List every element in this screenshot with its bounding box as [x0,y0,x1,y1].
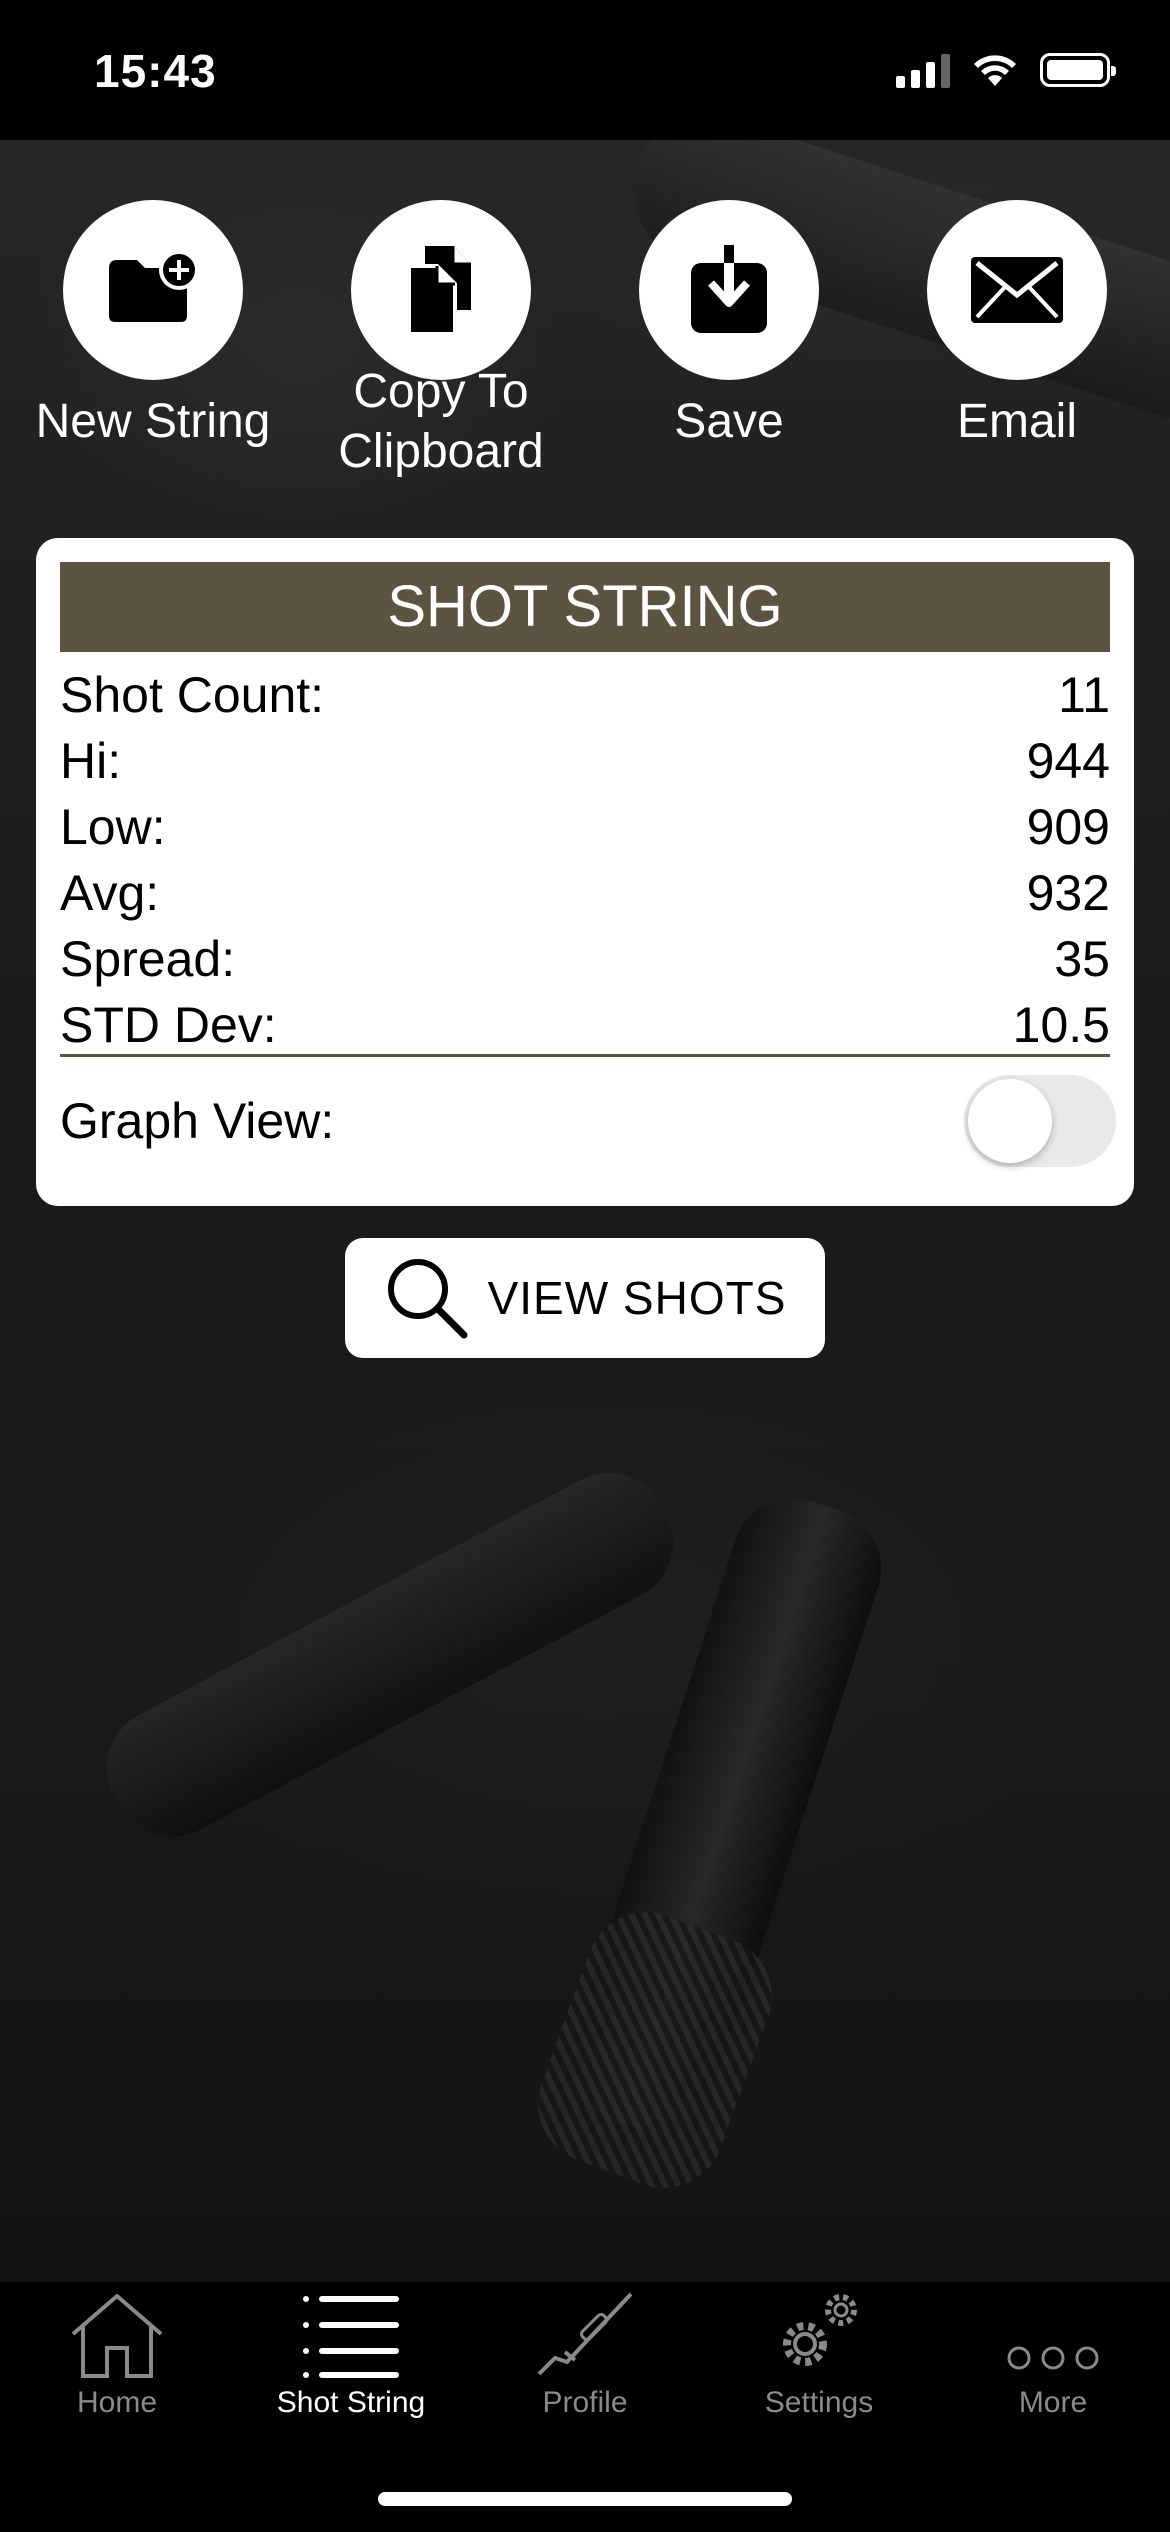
cellular-signal-icon [896,52,950,88]
email-button[interactable]: Email [867,200,1167,452]
graph-view-label: Graph View: [60,1093,335,1149]
stat-value: 909 [1026,799,1110,855]
copy-circle[interactable] [351,200,531,380]
tab-profile-label: Profile [542,2386,628,2419]
new-string-button[interactable]: New String [3,200,303,452]
stat-row-low: Low: 909 [60,794,1110,860]
save-circle[interactable] [639,200,819,380]
tab-more[interactable]: More [936,2282,1170,2432]
graph-view-toggle[interactable] [964,1075,1116,1167]
copy-icon [407,246,471,336]
toggle-knob [968,1079,1052,1163]
divider [60,1054,1110,1057]
list-icon [303,2296,399,2378]
copy-to-clipboard-label: Copy To Clipboard [338,365,544,478]
tab-settings-label: Settings [764,2386,874,2419]
search-icon [387,1259,468,1339]
gears-icon [783,2294,857,2366]
stat-row-hi: Hi: 944 [60,728,1110,794]
status-icons [896,52,1116,88]
save-label: Save [674,395,784,448]
tab-settings[interactable]: Settings [702,2282,936,2432]
view-shots-label: VIEW SHOTS [487,1272,787,1324]
stat-value: 944 [1026,733,1110,789]
more-icon [1007,2346,1099,2370]
card-title: SHOT STRING [60,562,1110,652]
email-circle[interactable] [927,200,1107,380]
view-shots-button[interactable]: VIEW SHOTS [345,1238,825,1358]
stat-row-avg: Avg: 932 [60,860,1110,926]
status-bar: 15:43 [0,0,1170,140]
stat-label: STD Dev: [60,997,277,1053]
stat-label: Shot Count: [60,667,325,723]
rifle-icon [537,2292,633,2376]
new-string-circle[interactable] [63,200,243,380]
stat-value: 11 [1058,667,1110,723]
stat-value: 35 [1054,931,1110,987]
save-button[interactable]: Save [579,200,879,452]
action-buttons: New String Copy To Clipboard Save Email [0,200,1170,530]
envelope-icon [971,257,1063,323]
status-time: 15:43 [94,45,217,97]
copy-to-clipboard-button[interactable]: Copy To Clipboard [291,200,591,482]
wifi-icon [974,55,1016,86]
stat-row-shot-count: Shot Count: 11 [60,662,1110,728]
tab-home[interactable]: Home [0,2282,234,2432]
home-indicator [378,2492,792,2506]
home-icon [71,2294,163,2378]
stat-value: 10.5 [1012,997,1110,1053]
stat-label: Avg: [60,865,160,921]
download-icon [691,245,767,333]
shot-string-card: SHOT STRING Shot Count: 11 Hi: 944 Low: … [36,538,1134,1206]
stat-row-std-dev: STD Dev: 10.5 [60,992,1110,1058]
tab-shot-string-label: Shot String [276,2386,426,2419]
stat-value: 932 [1026,865,1110,921]
tab-profile[interactable]: Profile [468,2282,702,2432]
tab-more-label: More [1018,2386,1088,2419]
stats-list: Shot Count: 11 Hi: 944 Low: 909 Avg: 932… [60,662,1110,1058]
stat-label: Low: [60,799,166,855]
new-string-label: New String [35,395,271,448]
battery-icon [1040,53,1116,87]
stat-row-spread: Spread: 35 [60,926,1110,992]
folder-plus-icon [109,250,199,322]
email-label: Email [956,395,1078,448]
tab-shot-string[interactable]: Shot String [234,2282,468,2432]
graph-view-row: Graph View: [60,1075,1116,1167]
stat-label: Hi: [60,733,122,789]
stat-label: Spread: [60,931,236,987]
tab-home-label: Home [76,2386,158,2419]
